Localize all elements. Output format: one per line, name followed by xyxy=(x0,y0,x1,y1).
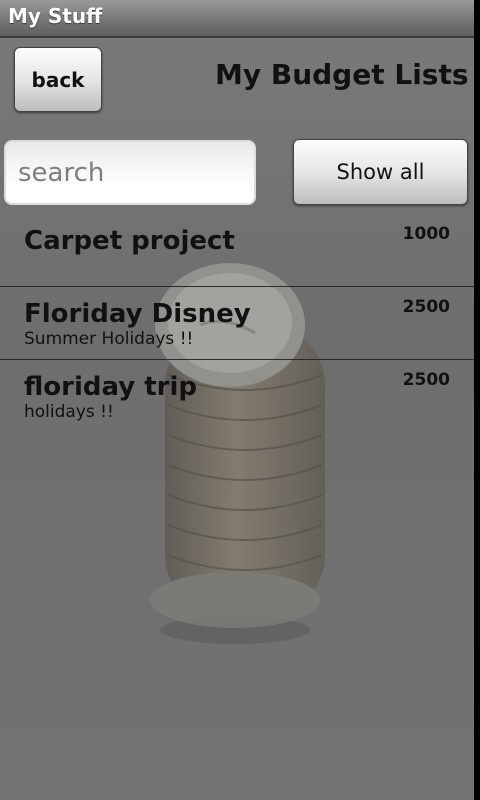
search-input[interactable] xyxy=(4,140,256,205)
screen-edge xyxy=(474,0,480,800)
list-item-name: Carpet project xyxy=(24,226,235,256)
back-button[interactable]: back xyxy=(14,47,102,112)
list-item-description: Summer Holidays !! xyxy=(24,329,194,349)
list-item-amount: 2500 xyxy=(402,370,450,390)
list-item-description: holidays !! xyxy=(24,402,114,422)
list-item-amount: 2500 xyxy=(402,297,450,317)
list-item-amount: 1000 xyxy=(402,224,450,244)
list-item[interactable]: floriday trip holidays !! 2500 xyxy=(0,360,474,432)
title-bar: My Stuff xyxy=(0,0,474,38)
show-all-button[interactable]: Show all xyxy=(293,139,468,205)
list-item-name: floriday trip xyxy=(24,372,197,402)
list-item-name: Floriday Disney xyxy=(24,299,251,329)
app-window: My Stuff back My Budget Lists search Sho… xyxy=(0,0,474,800)
list-item[interactable]: Floriday Disney Summer Holidays !! 2500 xyxy=(0,287,474,359)
list-item[interactable]: Carpet project 1000 xyxy=(0,214,474,286)
app-title: My Stuff xyxy=(8,4,103,28)
page-title: My Budget Lists xyxy=(215,58,469,91)
